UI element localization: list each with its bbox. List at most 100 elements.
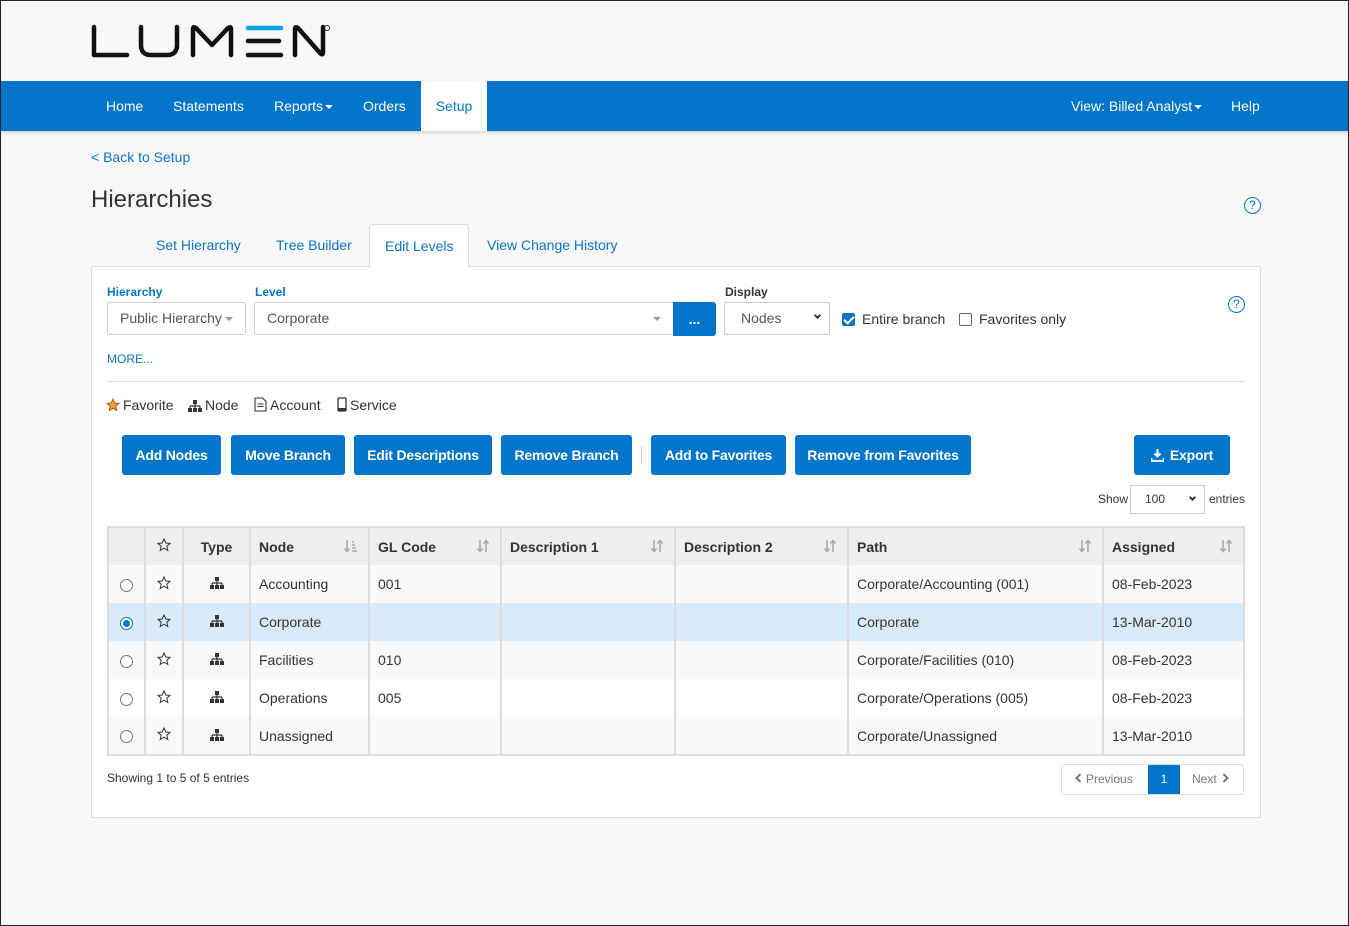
row-description-1 (500, 641, 676, 679)
col-path[interactable]: Path (847, 527, 1104, 565)
table-row[interactable]: Operations 005 Corporate/Operations (005) 0… (107, 679, 1245, 717)
row-type-cell (182, 641, 251, 679)
tab-edit-levels[interactable]: Edit Levels (369, 224, 470, 268)
legend-favorite-label: Favorite (123, 397, 174, 413)
col-description-2[interactable]: Description 2 (674, 527, 849, 565)
col-gl-code[interactable]: GL Code (368, 527, 502, 565)
row-favorite-cell[interactable] (144, 641, 184, 679)
row-radio[interactable] (120, 730, 133, 744)
row-assigned: 13-Mar-2010 (1102, 717, 1245, 755)
nav-orders[interactable]: Orders (348, 81, 421, 131)
col-assigned[interactable]: Assigned (1102, 527, 1245, 565)
nav-view-role[interactable]: View: Billed Analyst (1056, 81, 1217, 131)
row-favorite-cell[interactable] (144, 717, 184, 755)
nav-reports[interactable]: Reports (259, 81, 348, 131)
row-radio[interactable] (120, 616, 133, 630)
legend-account-label: Account (270, 397, 321, 413)
nav-reports-label: Reports (274, 98, 324, 114)
star-outline-icon[interactable] (156, 651, 172, 669)
back-to-setup-link[interactable]: < Back to Setup (91, 149, 190, 165)
tab-set-hierarchy[interactable]: Set Hierarchy (141, 224, 256, 267)
tab-tree-builder[interactable]: Tree Builder (261, 224, 367, 267)
export-button[interactable]: Export (1134, 435, 1230, 475)
entire-branch-checkbox[interactable] (842, 313, 855, 326)
pagination-previous-label: Previous (1086, 772, 1133, 786)
level-select-value: Corporate (267, 310, 330, 326)
row-favorite-cell[interactable] (144, 603, 184, 641)
node-icon (209, 728, 224, 744)
nav-statements-label: Statements (173, 98, 244, 114)
move-branch-button[interactable]: Move Branch (231, 435, 345, 475)
favorites-only-label: Favorites only (979, 311, 1067, 327)
pagination-next[interactable]: Next (1180, 765, 1243, 794)
filters-divider (107, 381, 1245, 382)
col-type: Type (182, 527, 251, 565)
row-radio[interactable] (120, 692, 133, 706)
add-nodes-button[interactable]: Add Nodes (122, 435, 221, 475)
edit-descriptions-button[interactable]: Edit Descriptions (354, 435, 492, 475)
row-path: Corporate/Accounting (001) (847, 565, 1104, 603)
row-path: Corporate/Unassigned (847, 717, 1104, 755)
star-outline-icon[interactable] (156, 689, 172, 707)
remove-from-favorites-button[interactable]: Remove from Favorites (795, 435, 971, 475)
nav-help[interactable]: Help (1216, 81, 1275, 131)
row-description-2 (674, 603, 849, 641)
row-assigned: 13-Mar-2010 (1102, 603, 1245, 641)
star-outline-icon[interactable] (156, 613, 172, 631)
hierarchy-label: Hierarchy (107, 285, 163, 299)
level-browse-button[interactable]: ... (673, 302, 716, 336)
star-outline-icon[interactable] (156, 726, 172, 744)
row-select-cell[interactable] (107, 603, 146, 641)
chevron-down-icon (813, 311, 822, 320)
row-radio[interactable] (120, 654, 133, 668)
filters-help-icon[interactable]: ? (1228, 296, 1245, 313)
more-filters-link[interactable]: MORE... (107, 352, 153, 366)
row-gl-code: 001 (368, 565, 502, 603)
col-node[interactable]: Node (249, 527, 370, 565)
node-icon (209, 690, 224, 706)
page-length-select[interactable]: 100 (1130, 485, 1205, 514)
tab-view-change-history[interactable]: View Change History (472, 224, 632, 267)
table-row[interactable]: Accounting 001 Corporate/Accounting (001) 0… (107, 565, 1245, 603)
row-favorite-cell[interactable] (144, 565, 184, 603)
row-select-cell[interactable] (107, 565, 146, 603)
legend-favorite: Favorite (105, 397, 174, 415)
nav-statements[interactable]: Statements (158, 81, 259, 131)
level-select[interactable]: Corporate (254, 302, 674, 335)
nav-setup[interactable]: Setup (421, 81, 487, 131)
pagination-previous[interactable]: Previous (1062, 765, 1148, 794)
table-row[interactable]: Facilities 010 Corporate/Facilities (010) 0… (107, 641, 1245, 679)
legend-node: Node (188, 397, 238, 415)
add-to-favorites-button[interactable]: Add to Favorites (651, 435, 786, 475)
hierarchy-select[interactable]: Public Hierarchy (107, 302, 246, 335)
row-node: Unassigned (249, 717, 370, 755)
node-icon (188, 399, 202, 415)
row-radio[interactable] (120, 578, 133, 592)
level-label: Level (255, 285, 286, 299)
row-select-cell[interactable] (107, 717, 146, 755)
row-node: Operations (249, 679, 370, 717)
nav-home[interactable]: Home (91, 81, 158, 131)
legend-account: Account (254, 397, 321, 415)
remove-branch-button[interactable]: Remove Branch (501, 435, 632, 475)
col-type-label: Type (200, 538, 233, 555)
row-type-cell (182, 717, 251, 755)
col-favorite[interactable] (144, 527, 184, 565)
star-outline-icon[interactable] (156, 575, 172, 593)
sort-icon (476, 539, 490, 556)
button-group-separator (641, 446, 642, 464)
page-help-icon[interactable]: ? (1244, 197, 1261, 214)
table-row[interactable]: Unassigned Corporate/Unassigned 13-Mar-201… (107, 717, 1245, 755)
favorites-only-checkbox[interactable] (959, 313, 972, 326)
row-select-cell[interactable] (107, 679, 146, 717)
col-description-1[interactable]: Description 1 (500, 527, 676, 565)
display-select-value: Nodes (741, 310, 782, 326)
lumen-logo[interactable] (91, 23, 331, 61)
sort-icon (1219, 539, 1233, 556)
row-favorite-cell[interactable] (144, 679, 184, 717)
display-select[interactable]: Nodes (724, 302, 830, 335)
pagination-page-1[interactable]: 1 (1148, 765, 1180, 794)
table-row[interactable]: Corporate Corporate 13-Mar-2010 (107, 603, 1245, 641)
row-select-cell[interactable] (107, 641, 146, 679)
chevron-left-icon (1075, 765, 1082, 794)
